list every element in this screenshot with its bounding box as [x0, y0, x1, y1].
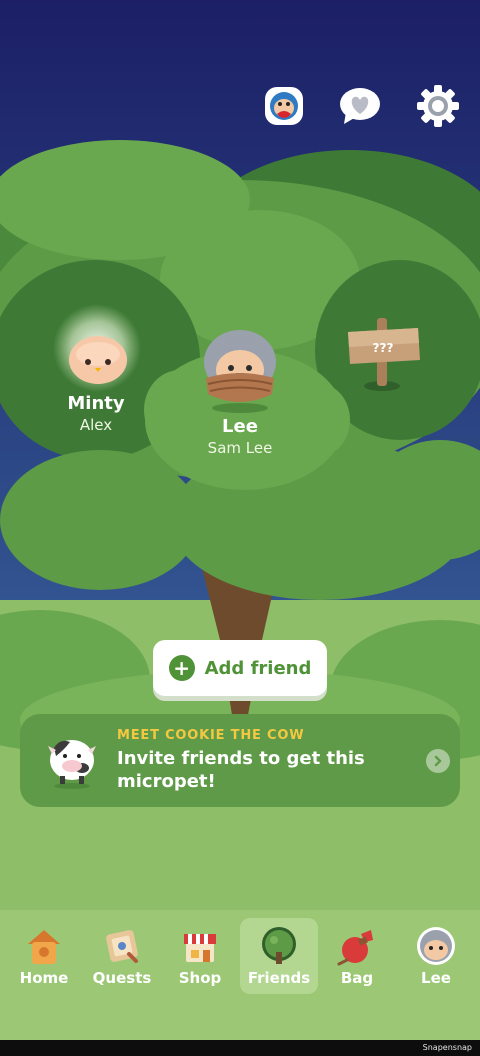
- friend-owner-name: Sam Lee: [207, 439, 273, 457]
- nav-item-shop[interactable]: Shop: [161, 918, 239, 994]
- nav-label: Friends: [247, 969, 311, 987]
- nav-label: Lee: [421, 969, 451, 987]
- promo-kicker: MEET COOKIE THE COW: [117, 728, 305, 743]
- nav-item-friends[interactable]: Friends: [240, 918, 318, 994]
- add-friend-label: Add friend: [204, 657, 312, 679]
- nav-label: Bag: [340, 969, 374, 987]
- add-friend-button[interactable]: + Add friend: [153, 640, 327, 696]
- nav-label: Quests: [92, 969, 152, 987]
- nav-label: Home: [19, 969, 69, 987]
- cow-pet-icon: [48, 740, 96, 789]
- friend-owner-name: Alex: [79, 416, 113, 434]
- plus-icon: +: [168, 655, 195, 681]
- mystery-sign-label: ???: [373, 341, 394, 355]
- quest-map-icon: [106, 930, 138, 963]
- bag-icon: [337, 930, 373, 966]
- system-bar: Snapensnap: [0, 1040, 480, 1056]
- gear-icon[interactable]: [416, 84, 460, 128]
- watermark: Snapensnap: [422, 1043, 472, 1052]
- nav-item-quests[interactable]: Quests: [83, 918, 161, 994]
- nav-item-home[interactable]: Home: [5, 918, 83, 994]
- promo-text: Invite friends to get this micropet!: [117, 748, 365, 792]
- bottom-nav: Home Quests Shop Friends Bag Lee: [0, 910, 480, 1040]
- nav-item-bag[interactable]: Bag: [318, 918, 396, 994]
- shop-icon: [184, 934, 216, 962]
- minty-pet-icon[interactable]: [66, 334, 130, 386]
- pet-avatar-icon: [417, 927, 455, 965]
- nav-item-lee[interactable]: Lee: [397, 918, 475, 994]
- lee-pet-icon[interactable]: [198, 328, 282, 414]
- chevron-right-icon[interactable]: [426, 749, 450, 773]
- invite-promo-card[interactable]: MEET COOKIE THE COW Invite friends to ge…: [20, 714, 460, 807]
- profile-bird-icon[interactable]: [262, 84, 306, 128]
- birdhouse-icon: [28, 930, 60, 964]
- tree-icon: [262, 927, 296, 964]
- friend-pet-name[interactable]: Minty: [46, 393, 146, 414]
- chat-heart-icon[interactable]: [338, 84, 382, 128]
- friend-pet-name[interactable]: Lee: [190, 416, 290, 437]
- nav-label: Shop: [178, 969, 222, 987]
